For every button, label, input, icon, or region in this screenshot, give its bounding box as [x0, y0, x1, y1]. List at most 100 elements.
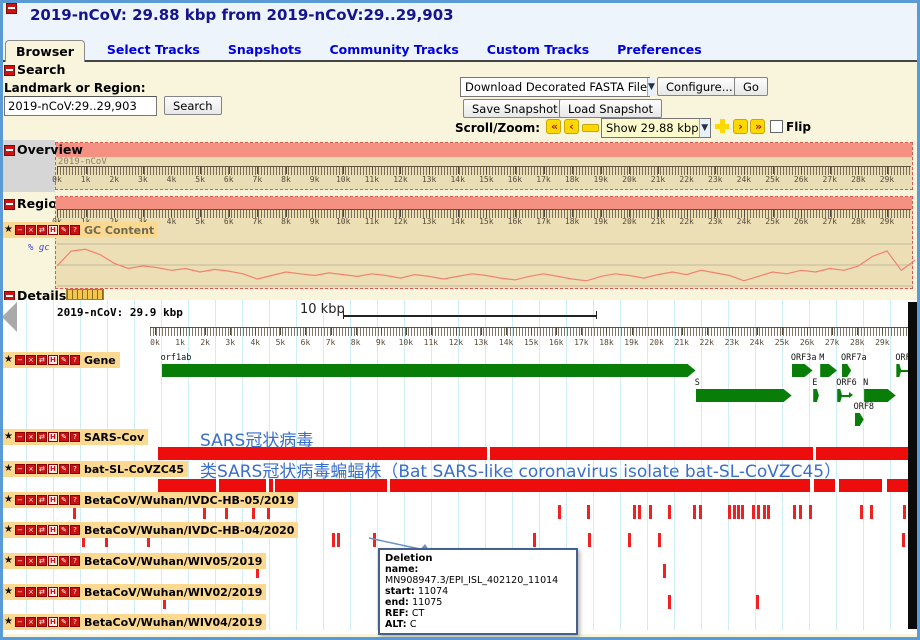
overview-selection-band[interactable]	[56, 143, 912, 157]
favorite-star-icon[interactable]: ★	[4, 495, 13, 505]
variant-tick[interactable]	[756, 595, 759, 609]
variant-tick[interactable]	[699, 505, 702, 519]
pan-left-arrow-icon[interactable]	[2, 302, 17, 332]
variant-tick[interactable]	[668, 505, 671, 519]
search-button[interactable]: Search	[164, 96, 222, 115]
collapse-track-icon[interactable]: −	[15, 432, 25, 442]
tab-community-tracks[interactable]: Community Tracks	[323, 39, 464, 60]
variant-tick[interactable]	[728, 505, 731, 519]
variant-tick[interactable]	[649, 505, 652, 519]
edit-track-icon[interactable]: ✎	[59, 525, 69, 535]
tab-preferences[interactable]: Preferences	[611, 39, 708, 60]
configure-button[interactable]: Configure...	[657, 77, 742, 96]
help-track-icon[interactable]: ?	[70, 556, 80, 566]
variant-tick[interactable]	[658, 533, 661, 547]
help-track-icon[interactable]: ?	[70, 464, 80, 474]
variant-tick[interactable]	[587, 505, 590, 519]
variant-tick[interactable]	[668, 595, 671, 609]
resize-track-icon[interactable]: H	[48, 225, 58, 235]
share-track-icon[interactable]: ⇄	[37, 495, 47, 505]
gc-content-plot[interactable]	[55, 240, 915, 290]
scroll-far-right-button[interactable]: »	[750, 119, 765, 134]
favorite-star-icon[interactable]: ★	[4, 464, 13, 474]
variant-tick[interactable]	[902, 533, 905, 547]
collapse-search-icon[interactable]	[4, 65, 15, 76]
variant-tick[interactable]	[809, 505, 812, 519]
gene-glyph-s[interactable]	[696, 389, 792, 402]
ruler-button[interactable]	[66, 289, 104, 300]
go-button[interactable]: Go	[734, 77, 768, 96]
landmark-input[interactable]	[4, 96, 157, 116]
collapse-track-icon[interactable]: −	[15, 495, 25, 505]
variant-tick[interactable]	[337, 533, 340, 547]
zoom-in-button[interactable]	[715, 119, 729, 133]
variant-tick[interactable]	[628, 533, 631, 547]
collapse-track-icon[interactable]: −	[15, 617, 25, 627]
edit-track-icon[interactable]: ✎	[59, 355, 69, 365]
variant-tick[interactable]	[733, 505, 736, 519]
variant-tick[interactable]	[588, 533, 591, 547]
variant-tick[interactable]	[633, 505, 636, 519]
save-snapshot-button[interactable]: Save Snapshot	[463, 99, 567, 118]
variant-tick[interactable]	[663, 564, 666, 578]
close-track-icon[interactable]: ×	[26, 464, 36, 474]
variant-tick[interactable]	[533, 533, 536, 547]
collapse-track-icon[interactable]: −	[15, 525, 25, 535]
variant-tick[interactable]	[763, 505, 766, 519]
favorite-star-icon[interactable]: ★	[4, 525, 13, 535]
favorite-star-icon[interactable]: ★	[4, 225, 13, 235]
variant-tick[interactable]	[793, 505, 796, 519]
variant-tick[interactable]	[903, 505, 906, 519]
variant-tick[interactable]	[870, 505, 873, 519]
gene-glyph-orf1ab[interactable]	[162, 364, 696, 377]
share-track-icon[interactable]: ⇄	[37, 556, 47, 566]
share-track-icon[interactable]: ⇄	[37, 225, 47, 235]
edit-track-icon[interactable]: ✎	[59, 495, 69, 505]
tab-custom-tracks[interactable]: Custom Tracks	[481, 39, 595, 60]
share-track-icon[interactable]: ⇄	[37, 617, 47, 627]
scroll-right-button[interactable]: ›	[733, 119, 748, 134]
resize-track-icon[interactable]: H	[48, 587, 58, 597]
collapse-track-icon[interactable]: −	[15, 225, 25, 235]
resize-track-icon[interactable]: H	[48, 495, 58, 505]
span-select[interactable]: Show 29.88 kbp ▼	[601, 118, 711, 138]
variant-tick[interactable]	[737, 505, 740, 519]
variant-tick[interactable]	[332, 533, 335, 547]
edit-track-icon[interactable]: ✎	[59, 225, 69, 235]
close-track-icon[interactable]: ×	[26, 556, 36, 566]
resize-track-icon[interactable]: H	[48, 432, 58, 442]
tab-snapshots[interactable]: Snapshots	[222, 39, 308, 60]
variant-tick[interactable]	[799, 505, 802, 519]
collapse-region-icon[interactable]	[4, 199, 15, 210]
edit-track-icon[interactable]: ✎	[59, 556, 69, 566]
help-track-icon[interactable]: ?	[70, 617, 80, 627]
variant-tick[interactable]	[693, 505, 696, 519]
favorite-star-icon[interactable]: ★	[4, 556, 13, 566]
help-track-icon[interactable]: ?	[70, 587, 80, 597]
flip-checkbox[interactable]	[770, 120, 783, 133]
collapse-track-icon[interactable]: −	[15, 556, 25, 566]
variant-tick[interactable]	[558, 505, 561, 519]
variant-tick[interactable]	[757, 505, 760, 519]
variant-tick[interactable]	[860, 505, 863, 519]
collapse-track-icon[interactable]: −	[15, 464, 25, 474]
close-track-icon[interactable]: ×	[26, 525, 36, 535]
fasta-download-select[interactable]: Download Decorated FASTA File ▼	[460, 77, 650, 97]
resize-track-icon[interactable]: H	[48, 617, 58, 627]
favorite-star-icon[interactable]: ★	[4, 587, 13, 597]
scroll-left-button[interactable]: ‹	[564, 119, 579, 134]
close-track-icon[interactable]: ×	[26, 495, 36, 505]
resize-track-icon[interactable]: H	[48, 556, 58, 566]
resize-track-icon[interactable]: H	[48, 464, 58, 474]
collapse-track-icon[interactable]: −	[15, 355, 25, 365]
close-track-icon[interactable]: ×	[26, 225, 36, 235]
help-track-icon[interactable]: ?	[70, 432, 80, 442]
zoom-out-button[interactable]	[582, 124, 599, 132]
close-track-icon[interactable]: ×	[26, 432, 36, 442]
resize-track-icon[interactable]: H	[48, 355, 58, 365]
share-track-icon[interactable]: ⇄	[37, 355, 47, 365]
edit-track-icon[interactable]: ✎	[59, 587, 69, 597]
favorite-star-icon[interactable]: ★	[4, 355, 13, 365]
close-track-icon[interactable]: ×	[26, 587, 36, 597]
variant-tick[interactable]	[638, 505, 641, 519]
